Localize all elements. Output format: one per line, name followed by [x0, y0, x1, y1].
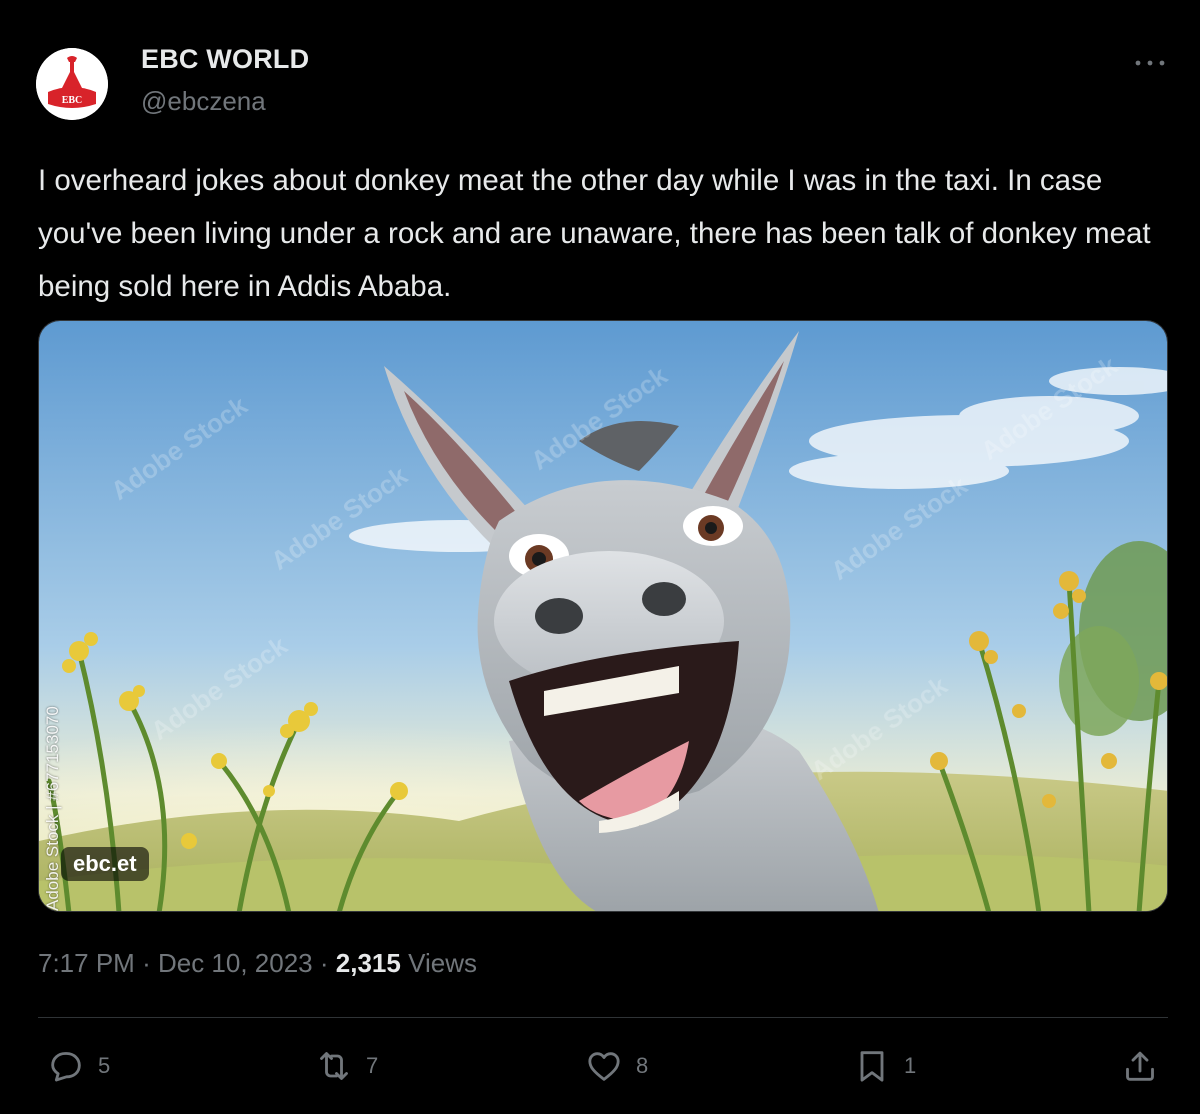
views-count: 2,315: [335, 948, 401, 978]
meta-separator: ·: [142, 948, 151, 978]
heart-icon: [588, 1052, 620, 1081]
retweet-icon: [320, 1052, 348, 1080]
tweet-image[interactable]: Adobe Stock Adobe Stock Adobe Stock Adob…: [38, 320, 1168, 912]
tweet-date[interactable]: Dec 10, 2023: [158, 948, 313, 978]
bookmark-count: 1: [904, 1053, 917, 1078]
tweet-time[interactable]: 7:17 PM: [38, 948, 135, 978]
stock-id-label: Adobe Stock | #677153070: [43, 706, 62, 911]
tweet-meta: 7:17 PM · Dec 10, 2023 · 2,315 Views: [38, 948, 477, 979]
retweet-count: 7: [366, 1053, 379, 1078]
views-label: Views: [408, 948, 477, 978]
divider: [38, 1017, 1168, 1018]
display-name[interactable]: EBC WORLD: [141, 44, 309, 75]
bookmark-icon: [860, 1051, 884, 1082]
more-options-button[interactable]: [1128, 48, 1172, 78]
like-count: 8: [636, 1053, 649, 1078]
ebc-logo-icon: EBC: [36, 48, 108, 120]
avatar-text: EBC: [62, 95, 83, 106]
action-bar: 5 7 8 1: [0, 1040, 1200, 1092]
tweet-text: I overheard jokes about donkey meat the …: [38, 164, 1151, 303]
reply-button[interactable]: 5: [46, 1040, 110, 1092]
share-icon: [1126, 1051, 1154, 1081]
donkey-illustration-icon: Adobe Stock Adobe Stock Adobe Stock Adob…: [39, 321, 1167, 911]
avatar[interactable]: EBC: [36, 48, 108, 120]
retweet-button[interactable]: 7: [314, 1040, 378, 1092]
media-source-badge: ebc.et: [61, 847, 149, 881]
share-button[interactable]: [1120, 1040, 1160, 1092]
bookmark-button[interactable]: 1: [852, 1040, 916, 1092]
handle[interactable]: @ebczena: [141, 86, 266, 117]
reply-count: 5: [98, 1053, 111, 1078]
meta-separator: ·: [319, 948, 329, 978]
tweet: EBC EBC WORLD @ebczena I overheard jokes…: [0, 0, 1200, 1114]
more-dots-icon: [1135, 60, 1165, 66]
like-button[interactable]: 8: [584, 1040, 648, 1092]
reply-icon: [51, 1052, 81, 1082]
